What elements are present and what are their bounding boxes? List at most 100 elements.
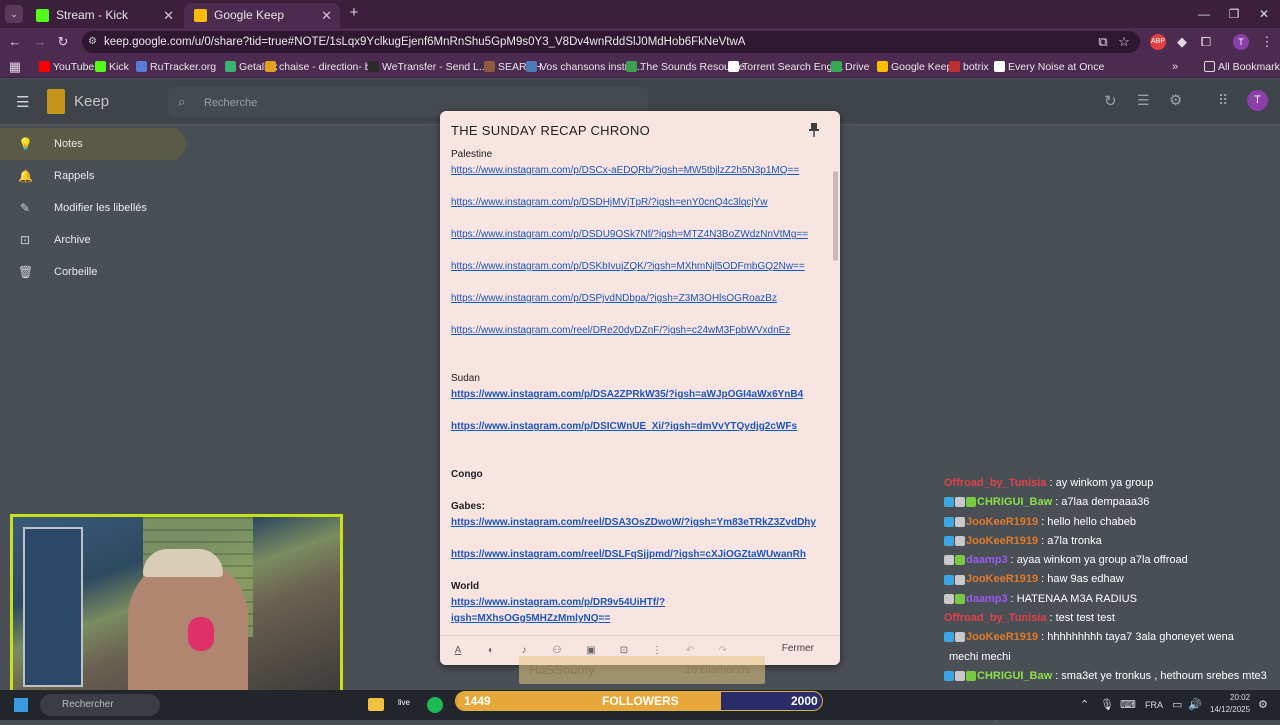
profile-avatar[interactable]: T xyxy=(1233,34,1249,50)
note-link[interactable]: https://www.instagram.com/p/DSA2ZPRkW35/… xyxy=(451,387,825,403)
bookmark-item[interactable]: RuTracker.org xyxy=(136,56,216,78)
more-bookmarks-icon[interactable]: » xyxy=(1172,56,1178,78)
install-icon[interactable]: ⧉ xyxy=(1095,34,1111,50)
note-title[interactable]: THE SUNDAY RECAP CHRONO xyxy=(451,123,650,138)
bookmark-item[interactable]: chaise - direction- b... xyxy=(265,56,379,78)
network-icon[interactable]: ▭ xyxy=(1172,690,1182,720)
apps-grid-icon[interactable]: ▦ xyxy=(7,59,23,75)
cap xyxy=(143,549,223,577)
sidebar-item-archive[interactable]: ⊡ Archive xyxy=(0,224,186,256)
bookmark-item[interactable]: Kick xyxy=(95,56,129,78)
chat-username[interactable]: Offroad_by_Tunisia xyxy=(944,612,1046,624)
sidebar-item-label: Modifier les libellés xyxy=(54,202,147,214)
list-view-icon[interactable]: ☰ xyxy=(1137,92,1150,109)
close-icon[interactable]: ✕ xyxy=(321,3,332,28)
new-tab-button[interactable]: + xyxy=(346,4,362,22)
tab-search-button[interactable]: ⌄ xyxy=(5,5,23,23)
close-note-button[interactable]: Fermer xyxy=(782,643,814,654)
bookmark-star-icon[interactable]: ☆ xyxy=(1116,34,1132,50)
notification-icon[interactable]: ⚙ xyxy=(1258,690,1268,720)
menu-kebab-icon[interactable]: ⋮ xyxy=(1259,34,1275,50)
note-body[interactable]: Palestine https://www.instagram.com/p/DSC… xyxy=(451,147,825,627)
chat-message: daamp3: HATENAA M3A RADIUS xyxy=(944,590,1280,609)
spotify-icon[interactable] xyxy=(427,697,443,713)
volume-icon[interactable]: 🔊 xyxy=(1188,690,1202,720)
bookmark-item[interactable]: Torrent Search Engi... xyxy=(728,56,844,78)
bookmark-item[interactable]: WeTransfer - Send L... xyxy=(368,56,488,78)
tab-google-keep[interactable]: Google Keep ✕ xyxy=(184,3,340,28)
chat-username[interactable]: daamp3 xyxy=(966,593,1008,605)
all-bookmarks[interactable]: All Bookmarks xyxy=(1204,56,1280,78)
close-icon[interactable]: ✕ xyxy=(163,3,174,28)
mic-icon[interactable]: 🎙 xyxy=(1100,690,1114,720)
chat-username[interactable]: CHRIGUI_Baw xyxy=(977,496,1052,508)
note-link[interactable]: https://www.instagram.com/p/DSCx-aEDQRb/… xyxy=(451,163,825,179)
note-text-line xyxy=(451,355,825,371)
minimize-icon[interactable]: — xyxy=(1188,0,1220,28)
note-link[interactable]: https://www.instagram.com/p/DSPjvdNDbpa/… xyxy=(451,291,825,307)
chat-username[interactable]: daamp3 xyxy=(966,554,1008,566)
bookmark-label: chaise - direction- b... xyxy=(279,61,380,73)
clock-date[interactable]: 14/12/2025 xyxy=(1210,705,1250,714)
forward-icon[interactable]: → xyxy=(32,34,48,50)
bookmark-item[interactable]: The Sounds Resource xyxy=(626,56,744,78)
note-link[interactable]: https://www.instagram.com/p/DSICWnUE_Xi/… xyxy=(451,419,825,435)
tray-chevron-icon[interactable]: ⌃ xyxy=(1080,690,1089,720)
format-text-icon[interactable]: A xyxy=(451,644,465,658)
start-icon[interactable] xyxy=(14,698,28,712)
note-link[interactable]: https://www.instagram.com/reel/DRe20dyDZ… xyxy=(451,323,825,339)
reload-icon[interactable]: ↻ xyxy=(55,34,71,50)
live-app-icon[interactable]: live xyxy=(398,698,410,707)
palette-icon[interactable]: ◐ xyxy=(484,644,498,658)
sidebar-item-corbeille[interactable]: 🗑 Corbeille xyxy=(0,256,186,288)
note-link[interactable]: https://www.instagram.com/reel/DSLFqSjjp… xyxy=(451,547,825,563)
chat-username[interactable]: JooKeeR1919 xyxy=(966,573,1038,585)
refresh-icon[interactable]: ↻ xyxy=(1104,92,1117,110)
adblock-icon[interactable]: ABP xyxy=(1150,34,1166,50)
bookmark-label: Kick xyxy=(109,61,129,73)
chat-message: Offroad_by_Tunisia: ay winkom ya group xyxy=(944,474,1280,493)
extension-diamond-icon[interactable]: ◆ xyxy=(1174,34,1190,50)
settings-gear-icon[interactable]: ⚙ xyxy=(1169,91,1182,109)
chat-username[interactable]: JooKeeR1919 xyxy=(966,631,1038,643)
extensions-icon[interactable]: ⧠ xyxy=(1198,34,1214,50)
note-editor[interactable]: THE SUNDAY RECAP CHRONO Palestine https:/… xyxy=(440,111,840,665)
address-bar[interactable]: ⚙ keep.google.com/u/0/share?tid=true#NOT… xyxy=(82,31,1140,53)
pin-icon[interactable] xyxy=(808,123,820,137)
note-text-line xyxy=(451,435,825,451)
note-scrollbar[interactable] xyxy=(833,171,838,261)
note-link[interactable]: igsh=MXhsOGg5MHZzMmlyNQ== xyxy=(451,611,825,627)
clock-time[interactable]: 20:02 xyxy=(1230,693,1250,702)
account-avatar[interactable]: T xyxy=(1247,90,1268,111)
chat-username[interactable]: CHRIGUI_Baw xyxy=(977,670,1052,682)
language-indicator[interactable]: FRA xyxy=(1145,690,1163,720)
chat-username[interactable]: JooKeeR1919 xyxy=(966,535,1038,547)
keyboard-icon[interactable]: ⌨ xyxy=(1120,690,1136,720)
chat-username[interactable]: JooKeeR1919 xyxy=(966,516,1038,528)
restore-icon[interactable]: ❐ xyxy=(1218,0,1250,28)
note-link[interactable]: https://www.instagram.com/p/DR9v54UiHTf/… xyxy=(451,595,825,611)
bookmark-item[interactable]: Drive xyxy=(831,56,870,78)
tab-kick-dashboard[interactable]: Stream - Kick Dashboard ✕ xyxy=(26,3,182,47)
note-link[interactable]: https://www.instagram.com/p/DSDHjMVjTpR/… xyxy=(451,195,825,211)
sidebar-item-notes[interactable]: 💡 Notes xyxy=(0,128,186,160)
main-menu-icon[interactable]: ☰ xyxy=(16,93,29,111)
file-explorer-icon[interactable] xyxy=(368,698,384,711)
sidebar-item-modifier[interactable]: ✎ Modifier les libellés xyxy=(0,192,186,224)
note-link[interactable]: https://www.instagram.com/reel/DSA3OsZDw… xyxy=(451,515,825,531)
chat-username[interactable]: Offroad_by_Tunisia xyxy=(944,477,1046,489)
site-info-icon[interactable]: ⚙ xyxy=(88,31,97,53)
door-frame xyxy=(23,527,83,687)
sidebar-item-rappels[interactable]: 🔔 Rappels xyxy=(0,160,186,192)
bookmark-item[interactable]: Google Keep xyxy=(877,56,952,78)
back-icon[interactable]: ← xyxy=(7,34,23,50)
note-link[interactable]: https://www.instagram.com/p/DSDU9OSk7Nf/… xyxy=(451,227,825,243)
bookmark-item[interactable]: YouTube xyxy=(39,56,94,78)
google-apps-icon[interactable]: ⠿ xyxy=(1218,92,1228,109)
bookmark-item[interactable]: Every Noise at Once xyxy=(994,56,1104,78)
window-close-icon[interactable]: ✕ xyxy=(1248,0,1280,28)
bookmark-item[interactable]: botrix xyxy=(949,56,989,78)
sidebar-item-label: Archive xyxy=(54,234,91,246)
taskbar-search[interactable]: Rechercher xyxy=(40,694,160,716)
note-link[interactable]: https://www.instagram.com/p/DSKbIvujZQK/… xyxy=(451,259,825,275)
